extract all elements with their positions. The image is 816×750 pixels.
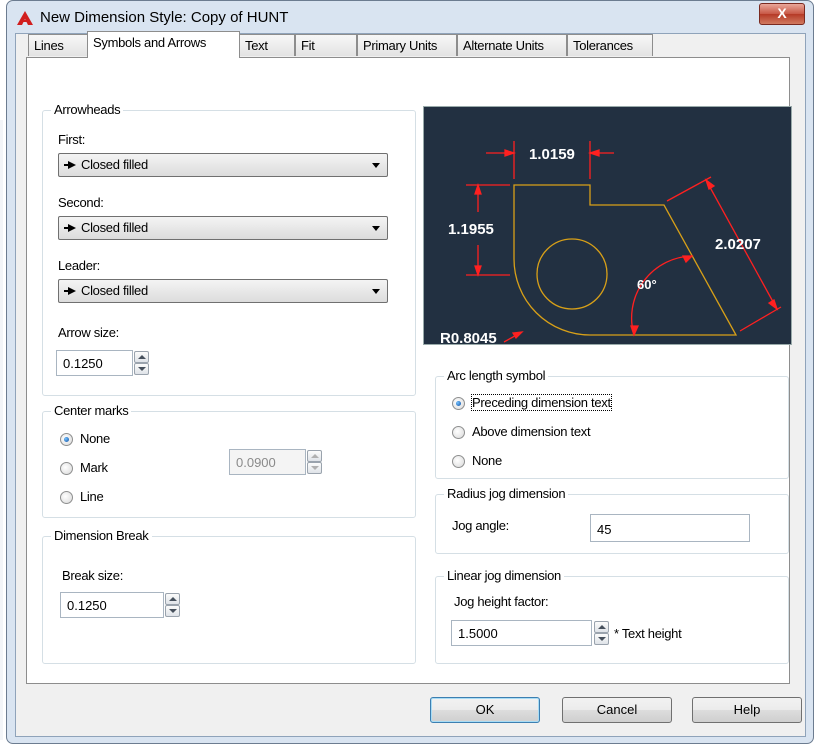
break-size-spinner[interactable] bbox=[165, 592, 180, 618]
close-button[interactable]: X bbox=[759, 3, 805, 25]
arrowhead-icon bbox=[64, 224, 76, 232]
spin-down-icon[interactable] bbox=[594, 633, 609, 645]
title-bar: New Dimension Style: Copy of HUNT X bbox=[7, 1, 813, 33]
background-edge bbox=[0, 120, 3, 740]
first-label: First: bbox=[58, 132, 86, 147]
tab-label: Symbols and Arrows bbox=[93, 35, 207, 50]
arrow-size-spinner[interactable] bbox=[134, 350, 149, 376]
break-size-label: Break size: bbox=[62, 568, 124, 583]
arc-above-label: Above dimension text bbox=[472, 424, 591, 439]
ok-button[interactable]: OK bbox=[430, 697, 540, 723]
group-title: Center marks bbox=[51, 403, 132, 419]
arrow-size-input[interactable]: 0.1250 bbox=[56, 350, 133, 376]
center-mark-size-spinner[interactable] bbox=[307, 449, 322, 475]
group-title: Arc length symbol bbox=[444, 368, 549, 384]
group-title: Radius jog dimension bbox=[444, 486, 569, 502]
center-line-label: Line bbox=[80, 489, 104, 504]
spin-up-icon[interactable] bbox=[594, 621, 609, 633]
center-mark-label: Mark bbox=[80, 460, 108, 475]
preview-dim-left: 1.1955 bbox=[448, 221, 494, 238]
spin-down-icon[interactable] bbox=[165, 605, 180, 617]
cancel-button-label: Cancel bbox=[596, 702, 638, 717]
first-arrowhead-value: Closed filled bbox=[81, 157, 148, 172]
leader-arrowhead-value: Closed filled bbox=[81, 283, 148, 298]
tab-label: Alternate Units bbox=[463, 38, 544, 53]
dimension-preview: 1.0159 1.1955 2.0207 60° R0.8045 bbox=[423, 106, 792, 347]
spin-down-icon[interactable] bbox=[307, 462, 322, 474]
jog-height-factor-spinner[interactable] bbox=[594, 620, 609, 646]
arrowhead-icon bbox=[64, 161, 76, 169]
tab-label: Lines bbox=[34, 38, 64, 53]
center-mark-radio[interactable] bbox=[60, 462, 73, 475]
text-height-suffix: * Text height bbox=[614, 626, 682, 641]
break-size-input[interactable]: 0.1250 bbox=[60, 592, 164, 618]
first-arrowhead-select[interactable]: Closed filled bbox=[58, 153, 388, 177]
arrow-size-label: Arrow size: bbox=[58, 325, 119, 340]
tab-label: Text bbox=[245, 38, 268, 53]
arc-preceding-radio[interactable] bbox=[452, 397, 465, 410]
spin-up-icon[interactable] bbox=[165, 593, 180, 605]
jog-height-factor-value: 1.5000 bbox=[458, 626, 498, 641]
arrowhead-icon bbox=[64, 287, 76, 295]
arc-none-radio[interactable] bbox=[452, 455, 465, 468]
tab-label: Primary Units bbox=[363, 38, 438, 53]
jog-height-factor-label: Jog height factor: bbox=[454, 594, 549, 609]
second-arrowhead-value: Closed filled bbox=[81, 220, 148, 235]
leader-label: Leader: bbox=[58, 258, 100, 273]
spin-up-icon[interactable] bbox=[134, 351, 149, 363]
preview-drawing: 1.0159 1.1955 2.0207 60° R0.8045 bbox=[440, 141, 782, 347]
dropdown-arrow-icon bbox=[372, 226, 380, 231]
preview-dim-top: 1.0159 bbox=[529, 146, 575, 163]
autocad-logo-icon bbox=[17, 11, 33, 25]
jog-angle-input[interactable]: 45 bbox=[590, 514, 750, 542]
close-icon: X bbox=[777, 5, 787, 21]
tab-tolerances[interactable]: Tolerances bbox=[567, 34, 653, 56]
group-title: Arrowheads bbox=[51, 102, 124, 118]
ok-button-label: OK bbox=[475, 702, 495, 717]
center-mark-size-input[interactable]: 0.0900 bbox=[229, 449, 306, 475]
leader-arrowhead-select[interactable]: Closed filled bbox=[58, 279, 388, 303]
spin-up-icon[interactable] bbox=[307, 450, 322, 462]
arc-above-radio[interactable] bbox=[452, 426, 465, 439]
preview-radius: R0.8045 bbox=[440, 330, 497, 344]
preview-geometry bbox=[513, 184, 738, 336]
tab-symbols-and-arrows[interactable]: Symbols and Arrows bbox=[87, 31, 240, 58]
window-title: New Dimension Style: Copy of HUNT bbox=[40, 9, 289, 26]
group-title: Dimension Break bbox=[51, 528, 152, 544]
arrow-size-value: 0.1250 bbox=[63, 356, 103, 371]
arc-preceding-label: Preceding dimension text bbox=[471, 394, 612, 411]
center-none-radio[interactable] bbox=[60, 433, 73, 446]
tab-primary-units[interactable]: Primary Units bbox=[357, 34, 457, 56]
second-arrowhead-select[interactable]: Closed filled bbox=[58, 216, 388, 240]
dropdown-arrow-icon bbox=[372, 163, 380, 168]
group-title: Linear jog dimension bbox=[444, 568, 564, 584]
jog-height-factor-input[interactable]: 1.5000 bbox=[451, 620, 592, 646]
second-label: Second: bbox=[58, 195, 104, 210]
dropdown-arrow-icon bbox=[372, 289, 380, 294]
jog-angle-label: Jog angle: bbox=[452, 518, 509, 533]
tab-label: Tolerances bbox=[573, 38, 633, 53]
center-none-label: None bbox=[80, 431, 110, 446]
help-button-label: Help bbox=[733, 702, 761, 717]
tab-lines[interactable]: Lines bbox=[28, 34, 88, 56]
cancel-button[interactable]: Cancel bbox=[562, 697, 672, 723]
tab-label: Fit bbox=[301, 38, 315, 53]
spin-down-icon[interactable] bbox=[134, 363, 149, 375]
center-mark-size-value: 0.0900 bbox=[236, 455, 276, 470]
center-line-radio[interactable] bbox=[60, 491, 73, 504]
preview-angle: 60° bbox=[637, 277, 657, 292]
tab-alternate-units[interactable]: Alternate Units bbox=[457, 34, 567, 56]
tab-text[interactable]: Text bbox=[239, 34, 295, 56]
help-button[interactable]: Help bbox=[692, 697, 802, 723]
tab-fit[interactable]: Fit bbox=[295, 34, 357, 56]
preview-dim-right: 2.0207 bbox=[715, 236, 761, 253]
jog-angle-value: 45 bbox=[597, 522, 612, 537]
break-size-value: 0.1250 bbox=[67, 598, 107, 613]
arc-none-label: None bbox=[472, 453, 502, 468]
